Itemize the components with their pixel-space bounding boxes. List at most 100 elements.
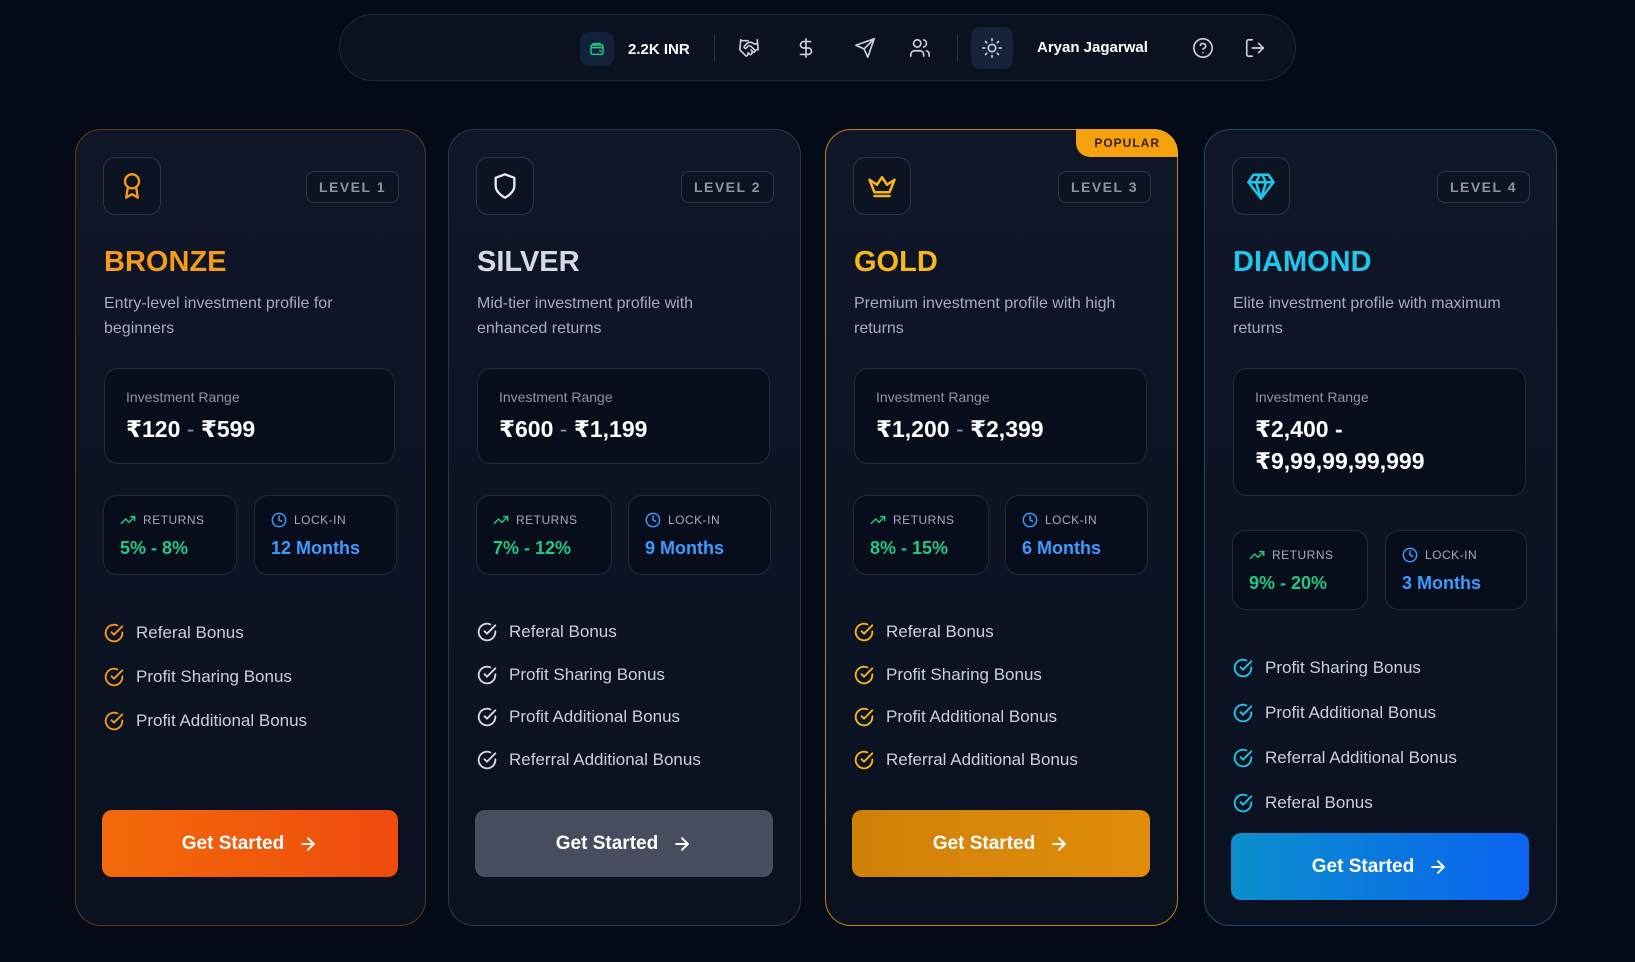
level-badge: LEVEL 3 (1057, 171, 1151, 203)
tier-card-gold: POPULAR LEVEL 3 GOLD Premium investment … (825, 129, 1178, 926)
check-circle-icon (1233, 658, 1253, 677)
check-circle-icon (104, 711, 124, 731)
range-max: ₹9,99,99,99,999 (1255, 448, 1425, 474)
lockin-value: 9 Months (645, 538, 724, 558)
check-circle-icon (104, 623, 124, 643)
feature-item: Profit Additional Bonus (477, 696, 780, 739)
check-circle-icon (854, 708, 874, 727)
check-circle-icon (477, 750, 497, 769)
divider (714, 34, 715, 62)
level-badge: LEVEL 2 (680, 171, 774, 203)
lockin-value: 6 Months (1022, 538, 1101, 558)
range-separator: - (186, 416, 195, 442)
feature-item: Profit Additional Bonus (104, 699, 405, 743)
lockin-value: 3 Months (1402, 573, 1481, 593)
range-separator: - (955, 416, 964, 442)
clock-icon (645, 512, 661, 528)
investment-range-box: Investment Range ₹1,200 - ₹2,399 (854, 368, 1147, 464)
sun-icon[interactable] (971, 27, 1013, 69)
returns-box: RETURNS 5% - 8% (103, 495, 237, 575)
send-icon[interactable] (848, 31, 882, 65)
returns-label: RETURNS (1272, 548, 1334, 562)
get-started-button[interactable]: Get Started (102, 810, 398, 877)
feature-item: Referal Bonus (854, 611, 1157, 654)
check-circle-icon (1233, 703, 1253, 722)
returns-value: 9% - 20% (1249, 573, 1328, 593)
get-started-button[interactable]: Get Started (475, 810, 773, 877)
check-circle-icon (104, 667, 124, 687)
dollar-icon[interactable] (789, 31, 823, 65)
trending-up-icon (870, 515, 886, 525)
tier-description: Mid-tier investment profile with enhance… (477, 295, 694, 337)
user-name[interactable]: Aryan Jagarwal (1037, 39, 1148, 56)
tier-name: GOLD (854, 246, 938, 278)
level-badge: LEVEL 1 (305, 171, 399, 203)
popular-badge: POPULAR (1076, 129, 1178, 157)
logout-icon[interactable] (1238, 31, 1272, 65)
returns-label: RETURNS (893, 513, 955, 527)
investment-range-box: Investment Range ₹600 - ₹1,199 (477, 368, 770, 464)
check-circle-icon (477, 708, 497, 727)
returns-box: RETURNS 9% - 20% (1232, 530, 1368, 610)
feature-item: Referral Additional Bonus (1233, 735, 1536, 780)
feature-item: Referral Additional Bonus (854, 739, 1157, 782)
returns-value: 5% - 8% (120, 538, 189, 558)
range-separator: - (559, 416, 568, 442)
wallet-balance[interactable]: 2.2K INR (580, 32, 690, 66)
tier-card-bronze: LEVEL 1 BRONZE Entry-level investment pr… (75, 129, 426, 926)
award-icon (103, 157, 161, 215)
lockin-box: LOCK-IN 3 Months (1385, 530, 1527, 610)
tier-description: Elite investment profile with maximum re… (1233, 295, 1501, 337)
lockin-label: LOCK-IN (1425, 548, 1478, 562)
feature-item: Referral Additional Bonus (477, 739, 780, 782)
investment-range-box: Investment Range ₹2,400 - ₹9,99,99,99,999 (1233, 368, 1526, 496)
check-circle-icon (477, 623, 497, 642)
get-started-button[interactable]: Get Started (852, 810, 1150, 877)
help-icon[interactable] (1186, 31, 1220, 65)
lockin-box: LOCK-IN 9 Months (628, 495, 771, 575)
check-circle-icon (854, 665, 874, 684)
arrow-right-icon (675, 836, 690, 851)
feature-item: Referal Bonus (477, 611, 780, 654)
range-min: ₹1,200 (876, 416, 950, 442)
divider (957, 34, 958, 62)
range-label: Investment Range (1255, 389, 1369, 405)
users-icon[interactable] (903, 31, 937, 65)
crown-icon (853, 157, 911, 215)
features-list: Referal Bonus Profit Sharing Bonus Profi… (854, 611, 1157, 781)
lockin-box: LOCK-IN 12 Months (254, 495, 397, 575)
returns-label: RETURNS (516, 513, 578, 527)
check-circle-icon (1233, 793, 1253, 812)
check-circle-icon (854, 623, 874, 642)
wallet-icon (580, 32, 614, 66)
range-label: Investment Range (499, 389, 613, 405)
trending-up-icon (120, 515, 136, 525)
features-list: Referal Bonus Profit Sharing Bonus Profi… (477, 611, 780, 781)
lockin-value: 12 Months (271, 538, 361, 558)
lockin-label: LOCK-IN (294, 513, 347, 527)
lockin-label: LOCK-IN (668, 513, 721, 527)
wallet-amount: 2.2K INR (628, 40, 690, 58)
tier-name: SILVER (477, 246, 580, 278)
feature-item: Profit Sharing Bonus (477, 654, 780, 697)
feature-item: Referal Bonus (104, 611, 405, 655)
get-started-button[interactable]: Get Started (1231, 833, 1529, 900)
clock-icon (1402, 547, 1418, 563)
feature-item: Profit Additional Bonus (1233, 690, 1536, 735)
diamond-icon (1232, 157, 1290, 215)
feature-item: Referal Bonus (1233, 780, 1536, 825)
tier-card-diamond: LEVEL 4 DIAMOND Elite investment profile… (1204, 129, 1557, 926)
trending-up-icon (1249, 550, 1265, 560)
returns-box: RETURNS 8% - 15% (853, 495, 989, 575)
returns-value: 8% - 15% (870, 538, 949, 558)
range-value: ₹1,200 - ₹2,399 (876, 413, 1125, 445)
returns-label: RETURNS (143, 513, 205, 527)
features-list: Referal Bonus Profit Sharing Bonus Profi… (104, 611, 405, 743)
tier-description: Entry-level investment profile for begin… (104, 295, 333, 337)
check-circle-icon (854, 750, 874, 769)
returns-value: 7% - 12% (493, 538, 572, 558)
range-min: ₹2,400 (1255, 416, 1329, 442)
range-label: Investment Range (126, 389, 240, 405)
shield-icon (476, 157, 534, 215)
handshake-icon[interactable] (732, 31, 766, 65)
